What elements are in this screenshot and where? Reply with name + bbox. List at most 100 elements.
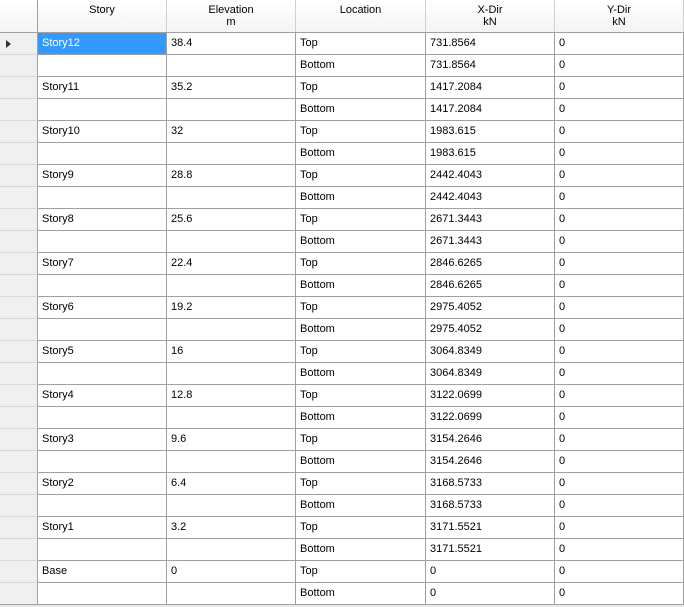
story-cell[interactable] [38, 583, 167, 605]
location-cell[interactable]: Bottom [296, 99, 426, 121]
table-row[interactable]: Story4 12.8 Top 3122.0699 0 [0, 385, 684, 407]
y-dir-cell[interactable]: 0 [555, 473, 684, 495]
story-cell[interactable]: Story4 [38, 385, 167, 407]
x-dir-cell[interactable]: 3168.5733 [426, 495, 555, 517]
location-cell[interactable]: Top [296, 473, 426, 495]
elevation-cell[interactable]: 9.6 [167, 429, 296, 451]
y-dir-cell[interactable]: 0 [555, 451, 684, 473]
row-header[interactable] [0, 385, 38, 407]
table-row[interactable]: Bottom 2671.3443 0 [0, 231, 684, 253]
elevation-cell[interactable]: 38.4 [167, 33, 296, 55]
elevation-cell[interactable] [167, 319, 296, 341]
table-row[interactable]: Bottom 2975.4052 0 [0, 319, 684, 341]
x-dir-cell[interactable]: 0 [426, 583, 555, 605]
row-header[interactable] [0, 517, 38, 539]
x-dir-cell[interactable]: 2671.3443 [426, 231, 555, 253]
table-row[interactable]: Story8 25.6 Top 2671.3443 0 [0, 209, 684, 231]
x-dir-cell[interactable]: 3168.5733 [426, 473, 555, 495]
y-dir-cell[interactable]: 0 [555, 187, 684, 209]
data-grid[interactable]: Story Elevation m Location X-Dir kN Y-Di… [0, 0, 684, 607]
x-dir-cell[interactable]: 3171.5521 [426, 539, 555, 561]
table-row[interactable]: Story3 9.6 Top 3154.2646 0 [0, 429, 684, 451]
row-header[interactable] [0, 341, 38, 363]
row-header[interactable] [0, 231, 38, 253]
table-row[interactable]: Bottom 1417.2084 0 [0, 99, 684, 121]
location-cell[interactable]: Top [296, 297, 426, 319]
x-dir-cell[interactable]: 731.8564 [426, 33, 555, 55]
location-cell[interactable]: Top [296, 165, 426, 187]
column-header-elevation[interactable]: Elevation m [167, 0, 296, 32]
elevation-cell[interactable]: 35.2 [167, 77, 296, 99]
table-row[interactable]: Story9 28.8 Top 2442.4043 0 [0, 165, 684, 187]
table-row[interactable]: Story7 22.4 Top 2846.6265 0 [0, 253, 684, 275]
row-header[interactable] [0, 561, 38, 583]
location-cell[interactable]: Top [296, 517, 426, 539]
location-cell[interactable]: Bottom [296, 451, 426, 473]
location-cell[interactable]: Top [296, 33, 426, 55]
location-cell[interactable]: Bottom [296, 407, 426, 429]
x-dir-cell[interactable]: 3171.5521 [426, 517, 555, 539]
x-dir-cell[interactable]: 1983.615 [426, 143, 555, 165]
elevation-cell[interactable] [167, 231, 296, 253]
story-cell[interactable]: Story6 [38, 297, 167, 319]
y-dir-cell[interactable]: 0 [555, 297, 684, 319]
y-dir-cell[interactable]: 0 [555, 55, 684, 77]
table-row[interactable]: Bottom 0 0 [0, 583, 684, 605]
location-cell[interactable]: Bottom [296, 275, 426, 297]
location-cell[interactable]: Top [296, 341, 426, 363]
y-dir-cell[interactable]: 0 [555, 429, 684, 451]
elevation-cell[interactable] [167, 143, 296, 165]
y-dir-cell[interactable]: 0 [555, 495, 684, 517]
table-row[interactable]: Bottom 3171.5521 0 [0, 539, 684, 561]
y-dir-cell[interactable]: 0 [555, 385, 684, 407]
column-header-y-dir[interactable]: Y-Dir kN [555, 0, 684, 32]
elevation-cell[interactable]: 6.4 [167, 473, 296, 495]
story-cell[interactable] [38, 143, 167, 165]
story-cell[interactable] [38, 55, 167, 77]
row-header[interactable] [0, 583, 38, 605]
table-row[interactable]: Bottom 3168.5733 0 [0, 495, 684, 517]
y-dir-cell[interactable]: 0 [555, 319, 684, 341]
row-header[interactable] [0, 187, 38, 209]
corner-header[interactable] [0, 0, 38, 32]
table-row[interactable]: Bottom 2442.4043 0 [0, 187, 684, 209]
table-row[interactable]: Bottom 731.8564 0 [0, 55, 684, 77]
row-header[interactable] [0, 407, 38, 429]
story-cell[interactable]: Story5 [38, 341, 167, 363]
y-dir-cell[interactable]: 0 [555, 583, 684, 605]
x-dir-cell[interactable]: 3064.8349 [426, 341, 555, 363]
table-row[interactable]: Story10 32 Top 1983.615 0 [0, 121, 684, 143]
story-cell[interactable]: Base [38, 561, 167, 583]
y-dir-cell[interactable]: 0 [555, 143, 684, 165]
elevation-cell[interactable]: 32 [167, 121, 296, 143]
x-dir-cell[interactable]: 1417.2084 [426, 99, 555, 121]
story-cell[interactable]: Story2 [38, 473, 167, 495]
x-dir-cell[interactable]: 2975.4052 [426, 319, 555, 341]
x-dir-cell[interactable]: 3064.8349 [426, 363, 555, 385]
x-dir-cell[interactable]: 2975.4052 [426, 297, 555, 319]
column-header-story[interactable]: Story [38, 0, 167, 32]
row-header[interactable] [0, 429, 38, 451]
row-header[interactable] [0, 55, 38, 77]
elevation-cell[interactable]: 19.2 [167, 297, 296, 319]
location-cell[interactable]: Bottom [296, 319, 426, 341]
row-header[interactable] [0, 33, 38, 55]
row-header[interactable] [0, 209, 38, 231]
row-header[interactable] [0, 77, 38, 99]
row-header[interactable] [0, 451, 38, 473]
elevation-cell[interactable] [167, 407, 296, 429]
location-cell[interactable]: Bottom [296, 363, 426, 385]
x-dir-cell[interactable]: 1417.2084 [426, 77, 555, 99]
elevation-cell[interactable]: 25.6 [167, 209, 296, 231]
story-cell[interactable]: Story1 [38, 517, 167, 539]
elevation-cell[interactable] [167, 275, 296, 297]
elevation-cell[interactable]: 28.8 [167, 165, 296, 187]
row-header[interactable] [0, 297, 38, 319]
x-dir-cell[interactable]: 3122.0699 [426, 407, 555, 429]
y-dir-cell[interactable]: 0 [555, 253, 684, 275]
location-cell[interactable]: Bottom [296, 539, 426, 561]
x-dir-cell[interactable]: 2846.6265 [426, 253, 555, 275]
elevation-cell[interactable] [167, 451, 296, 473]
table-row[interactable]: Base 0 Top 0 0 [0, 561, 684, 583]
table-row[interactable]: Bottom 3122.0699 0 [0, 407, 684, 429]
